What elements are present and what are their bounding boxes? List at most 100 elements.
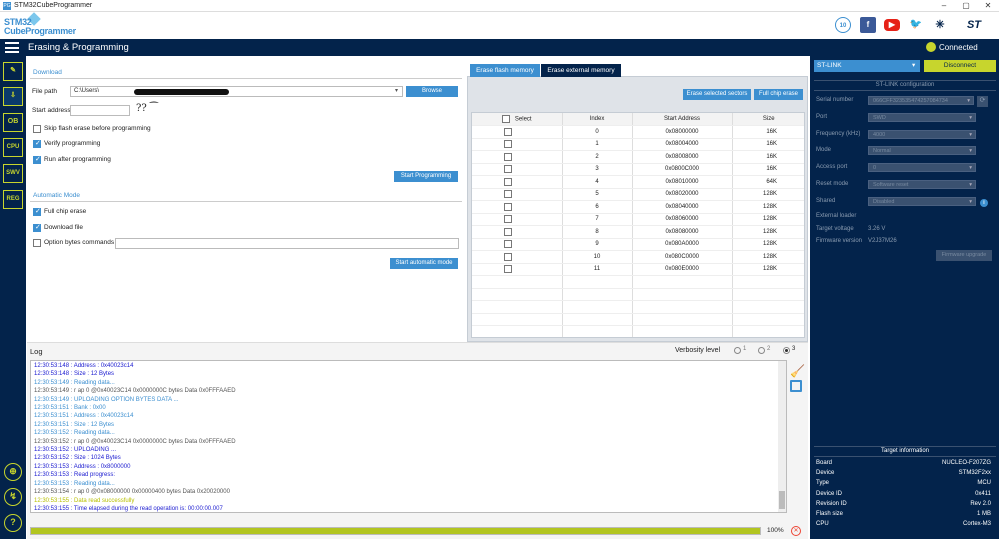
sector-checkbox[interactable]: [503, 265, 512, 274]
redaction-scribble: [134, 89, 229, 95]
sector-select-cell[interactable]: [472, 163, 563, 176]
config-select[interactable]: SWD: [868, 112, 976, 122]
sector-select-cell[interactable]: [472, 213, 563, 226]
table-row[interactable]: 5 0x08020000 128K: [472, 188, 804, 201]
sector-checkbox[interactable]: [503, 127, 512, 136]
sector-select-cell[interactable]: [472, 188, 563, 201]
facebook-icon[interactable]: f: [860, 17, 876, 33]
twitter-icon[interactable]: 🐦: [908, 17, 924, 33]
cancel-icon[interactable]: ✕: [791, 526, 801, 536]
minimize-button[interactable]: –: [933, 0, 955, 12]
table-row[interactable]: 3 0x0800C000 16K: [472, 163, 804, 176]
sector-checkbox[interactable]: [503, 140, 512, 149]
sector-select-cell[interactable]: [472, 263, 563, 276]
config-select[interactable]: 4000: [868, 129, 976, 139]
select-all-checkbox[interactable]: [501, 115, 510, 123]
youtube-icon[interactable]: ▶: [884, 19, 900, 31]
sector-checkbox[interactable]: [503, 215, 512, 224]
full-chip-erase-checkbox[interactable]: [33, 207, 41, 216]
sector-select-cell[interactable]: [472, 225, 563, 239]
plug-icon[interactable]: ↯: [4, 488, 22, 506]
table-row[interactable]: 10 0x080C0000 128K: [472, 250, 804, 264]
clear-log-icon[interactable]: 🧹: [790, 364, 805, 378]
file-path-input[interactable]: C:\Users\: [70, 86, 403, 97]
config-select[interactable]: Software reset: [868, 180, 976, 189]
sector-index: 11: [562, 263, 633, 276]
shared-info-icon[interactable]: i: [980, 199, 988, 207]
sidebar-registers-icon[interactable]: REG: [3, 190, 23, 209]
firmware-upgrade-button[interactable]: Firmware upgrade: [936, 250, 992, 261]
close-window-button[interactable]: ✕: [977, 0, 999, 12]
tab-erase-flash[interactable]: Erase flash memory: [470, 64, 540, 77]
table-row[interactable]: 6 0x08040000 128K: [472, 200, 804, 214]
log-line: 12:30:53:151 : Size : 12 Bytes: [34, 421, 115, 428]
config-select[interactable]: Disabled: [868, 196, 976, 206]
sidebar-option-bytes-icon[interactable]: OB: [3, 113, 23, 132]
skip-erase-checkbox[interactable]: [33, 125, 41, 133]
help-icon[interactable]: ?: [4, 514, 22, 532]
sector-select-cell[interactable]: [472, 138, 563, 151]
sidebar-memory-edit-icon[interactable]: ✎: [3, 62, 23, 81]
menu-icon[interactable]: [5, 42, 19, 53]
maximize-button[interactable]: ▢: [955, 0, 977, 12]
probe-select[interactable]: ST-LINK: [814, 60, 920, 72]
table-row[interactable]: 1 0x08004000 16K: [472, 138, 804, 151]
config-select[interactable]: 0: [868, 163, 976, 173]
log-scrollbar[interactable]: [778, 361, 786, 512]
sector-select-cell[interactable]: [472, 150, 563, 164]
sector-checkbox[interactable]: [503, 165, 512, 174]
sector-checkbox[interactable]: [503, 152, 512, 161]
network-icon[interactable]: ✳: [932, 17, 948, 33]
sector-checkbox[interactable]: [503, 227, 512, 236]
verbosity-radio-2[interactable]: [758, 347, 765, 354]
run-after-checkbox[interactable]: [33, 155, 41, 164]
sidebar-swv-icon[interactable]: SWV: [3, 164, 23, 183]
start-automatic-button[interactable]: Start automatic mode: [390, 258, 458, 269]
save-log-icon[interactable]: [790, 380, 802, 392]
progress-bar: [30, 527, 761, 535]
erase-selected-button[interactable]: Erase selected sectors: [683, 89, 751, 100]
verify-programming-checkbox[interactable]: [33, 139, 41, 148]
log-output[interactable]: 12:30:53:148 : Address : 0x40023c14 12:30…: [30, 360, 787, 513]
start-programming-button[interactable]: Start Programming: [394, 171, 458, 182]
browse-button[interactable]: Browse: [406, 86, 458, 97]
sector-checkbox[interactable]: [503, 202, 512, 211]
verbosity-radio-1[interactable]: [734, 347, 741, 354]
st-logo-icon[interactable]: ST: [958, 17, 990, 33]
config-select[interactable]: 066CFF323535474257084734: [868, 96, 974, 105]
sidebar-cpu-icon[interactable]: CPU: [3, 138, 23, 157]
start-address-input[interactable]: [70, 105, 130, 116]
table-row[interactable]: 2 0x08008000 16K: [472, 150, 804, 164]
refresh-icon[interactable]: ⟳: [977, 96, 988, 107]
sector-checkbox[interactable]: [503, 252, 512, 261]
sector-start-address: 0x080A0000: [632, 238, 733, 251]
file-path-dropdown-icon[interactable]: ▾: [395, 87, 398, 94]
table-row[interactable]: 0 0x08000000 16K: [472, 125, 804, 139]
globe-icon[interactable]: ⊕: [4, 463, 22, 481]
table-row[interactable]: 7 0x08060000 128K: [472, 213, 804, 226]
config-select[interactable]: Normal: [868, 146, 976, 156]
sector-select-cell[interactable]: [472, 250, 563, 264]
verbosity-radio-3[interactable]: [783, 347, 790, 354]
full-chip-erase-button[interactable]: Full chip erase: [754, 89, 803, 100]
sector-checkbox[interactable]: [503, 190, 512, 199]
sector-checkbox[interactable]: [503, 177, 512, 186]
sector-select-cell[interactable]: [472, 238, 563, 251]
sector-select-cell[interactable]: [472, 175, 563, 189]
sector-checkbox[interactable]: [503, 240, 512, 249]
table-row[interactable]: 9 0x080A0000 128K: [472, 238, 804, 251]
sector-select-cell[interactable]: [472, 200, 563, 214]
option-bytes-checkbox[interactable]: [33, 239, 41, 247]
sidebar-erase-programming-icon[interactable]: ⇩: [3, 87, 23, 106]
sector-select-cell[interactable]: [472, 125, 563, 139]
log-line: 12:30:53:149 : UPLOADING OPTION BYTES DA…: [34, 396, 179, 403]
tab-erase-external[interactable]: Erase external memory: [541, 64, 621, 77]
table-row[interactable]: 4 0x08010000 64K: [472, 175, 804, 189]
download-file-checkbox[interactable]: [33, 223, 41, 232]
target-info-value: MCU: [977, 480, 991, 487]
anniversary-icon[interactable]: 10: [835, 17, 851, 33]
disconnect-button[interactable]: Disconnect: [924, 60, 996, 72]
table-row[interactable]: 8 0x08080000 128K: [472, 225, 804, 239]
option-bytes-input[interactable]: [115, 238, 459, 249]
table-row[interactable]: 11 0x080E0000 128K: [472, 263, 804, 276]
